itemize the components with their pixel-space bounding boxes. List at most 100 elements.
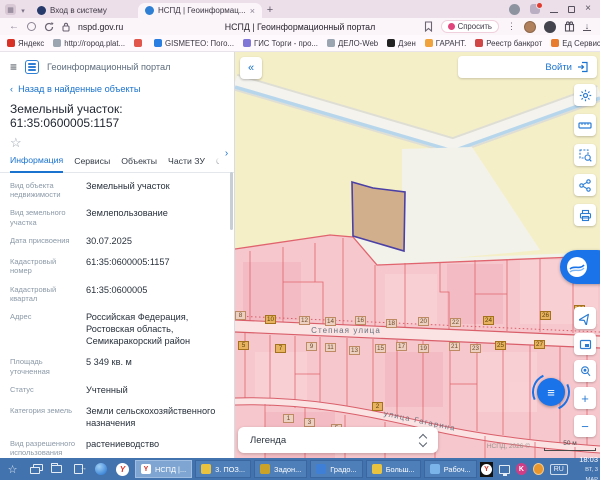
update-tray-icon[interactable] <box>532 463 544 475</box>
taskbar-apps: Y НСПД |... 3. ПОЗ... Задон... Градо... <box>135 460 477 478</box>
house-number-marker: 25 <box>495 341 506 350</box>
browser-menu-icon[interactable]: ⋮ <box>507 21 516 32</box>
gift-icon[interactable] <box>564 21 575 32</box>
taskbar-app-button[interactable]: Задон... <box>254 460 308 478</box>
taskbar-app-button[interactable]: 3. ПОЗ... <box>195 460 252 478</box>
tab-inactive[interactable]: Вход в систему <box>30 3 138 18</box>
bookmark-item[interactable]: Реестр банкрот <box>475 39 542 48</box>
share-button[interactable] <box>574 174 596 196</box>
nspd-logo-icon <box>25 60 40 74</box>
bookmark-item[interactable]: Дзен <box>387 39 416 48</box>
task-view-icon[interactable] <box>25 460 44 478</box>
notifications-icon[interactable] <box>530 2 544 14</box>
bookmark-item[interactable] <box>134 39 145 47</box>
file-explorer-icon[interactable] <box>47 460 66 478</box>
field-value: 61:35:0600005 <box>86 284 148 295</box>
zoom-out-button[interactable]: − <box>574 415 596 437</box>
login-label: Войти <box>545 61 572 73</box>
assistant-icon[interactable] <box>544 20 556 33</box>
taskbar-app-button[interactable]: Y НСПД |... <box>135 460 193 478</box>
chat-assistant-button[interactable]: ≡ <box>537 378 565 406</box>
tab-favicon <box>145 6 154 15</box>
back-button[interactable]: ← <box>9 21 19 32</box>
tab-close-icon[interactable]: × <box>250 6 255 16</box>
taskbar-app-button[interactable]: Градо... <box>310 460 363 478</box>
bookmark-flag-icon[interactable] <box>424 21 433 32</box>
yandex-browser-icon[interactable]: Y <box>113 460 132 478</box>
panel-tab[interactable]: Объекты <box>121 156 157 172</box>
geolocate-button[interactable] <box>574 307 596 329</box>
window-maximize-button[interactable] <box>568 5 576 13</box>
gear-icon <box>579 89 591 101</box>
bookmark-favicon <box>154 39 163 47</box>
browser-icon[interactable] <box>91 460 110 478</box>
map-canvas[interactable]: Степная улица улица Гагарина 8 10 12 14 … <box>235 52 600 458</box>
info-field-row: Вид объекта недвижимости Земельный участ… <box>10 176 224 204</box>
sign-out-icon[interactable] <box>69 460 88 478</box>
minimap-button[interactable] <box>574 333 596 355</box>
back-to-results-link[interactable]: ‹ Назад в найденные объекты <box>0 77 234 96</box>
downloads-icon[interactable]: ↓ <box>583 22 591 31</box>
login-button[interactable]: Войти <box>458 56 597 78</box>
taskbar-app-button[interactable]: Больш... <box>365 460 421 478</box>
tab-active[interactable]: НСПД | Геоинформац... × <box>138 3 262 18</box>
bookmark-item[interactable]: http://город.plat... <box>53 39 125 48</box>
bookmark-item[interactable]: ГИС Торги - про... <box>242 39 318 48</box>
portal-header: ≡ Геоинформационный портал <box>0 52 234 77</box>
map-settings-button[interactable] <box>574 84 596 106</box>
protect-icon[interactable] <box>27 22 36 31</box>
bookmark-favicon <box>424 39 433 47</box>
panel-tab[interactable]: Части ЗУ <box>168 156 205 172</box>
house-number-marker: 18 <box>386 319 397 328</box>
tabs-scroll-next-icon[interactable]: › <box>219 148 234 164</box>
legend-bar[interactable]: Легенда <box>238 427 438 453</box>
panel-tab[interactable]: Сервисы <box>74 156 110 172</box>
field-label: Площадь уточненная <box>10 357 50 376</box>
user-avatar[interactable] <box>524 20 536 33</box>
kaspersky-tray-icon[interactable]: K <box>516 463 527 475</box>
chat-lines-icon: ≡ <box>547 384 555 400</box>
language-indicator[interactable]: RU <box>549 463 568 475</box>
yandex-tray-icon[interactable]: Y <box>479 461 494 477</box>
map-scale: 50 м <box>544 440 596 451</box>
info-field-row: Площадь уточненная 5 349 кв. м <box>10 353 224 381</box>
window-minimize-button[interactable] <box>550 11 559 13</box>
bookmark-item[interactable]: Ед Сервис Плат... <box>551 39 600 48</box>
info-field-row: Кадастровый квартал 61:35:0600005 <box>10 280 224 308</box>
start-button[interactable]: ☆ <box>3 460 22 478</box>
bookmark-item[interactable]: GISMETEO: Пого... <box>154 39 234 48</box>
basemap-switcher-button[interactable] <box>560 250 600 284</box>
menu-icon[interactable]: ≡ <box>10 60 17 74</box>
bookmark-item[interactable]: ГАРАНТ. <box>424 39 466 48</box>
bookmark-item[interactable]: ДЕЛО-Web <box>326 39 378 48</box>
house-number-marker: 22 <box>450 318 461 327</box>
panel-tab[interactable]: Информация <box>10 155 64 173</box>
field-value: 30.07.2025 <box>86 236 132 246</box>
url-text[interactable]: nspd.gov.ru <box>78 22 123 32</box>
side-panel-icon[interactable]: ▦ <box>5 4 16 15</box>
favorite-star-icon[interactable]: ☆ <box>0 132 234 150</box>
bookmark-item[interactable]: Яндекс <box>7 39 44 48</box>
tab-label: НСПД | Геоинформац... <box>158 6 246 15</box>
clock[interactable]: 18:03 ВТ, 3 МАР <box>574 455 598 480</box>
panel-scrollbar[interactable] <box>230 172 233 230</box>
house-number-marker: 20 <box>418 317 429 326</box>
bookmark-label: Яндекс <box>18 38 45 48</box>
field-label: Кадастровый квартал <box>10 284 57 304</box>
browser-profile-icon[interactable] <box>509 3 521 15</box>
measure-button[interactable] <box>574 114 596 136</box>
search-on-map-button[interactable] <box>574 360 596 382</box>
reload-icon[interactable] <box>44 21 54 32</box>
window-close-button[interactable]: × <box>585 4 591 14</box>
print-button[interactable] <box>574 204 596 226</box>
zoom-in-button[interactable]: + <box>574 387 596 409</box>
collapse-panel-button[interactable]: « <box>240 57 262 79</box>
system-tray: Y K RU 18:03 ВТ, 3 МАР <box>479 455 600 480</box>
taskbar-app-button[interactable]: Рабоч... <box>423 460 477 478</box>
area-select-button[interactable] <box>574 144 596 166</box>
display-tray-icon[interactable] <box>499 464 511 476</box>
new-tab-button[interactable]: + <box>262 4 278 16</box>
tabs-dropdown-icon[interactable]: ▾ <box>18 7 28 15</box>
ask-alice-button[interactable]: Спросить <box>440 20 499 33</box>
window-controls: × <box>509 0 600 18</box>
